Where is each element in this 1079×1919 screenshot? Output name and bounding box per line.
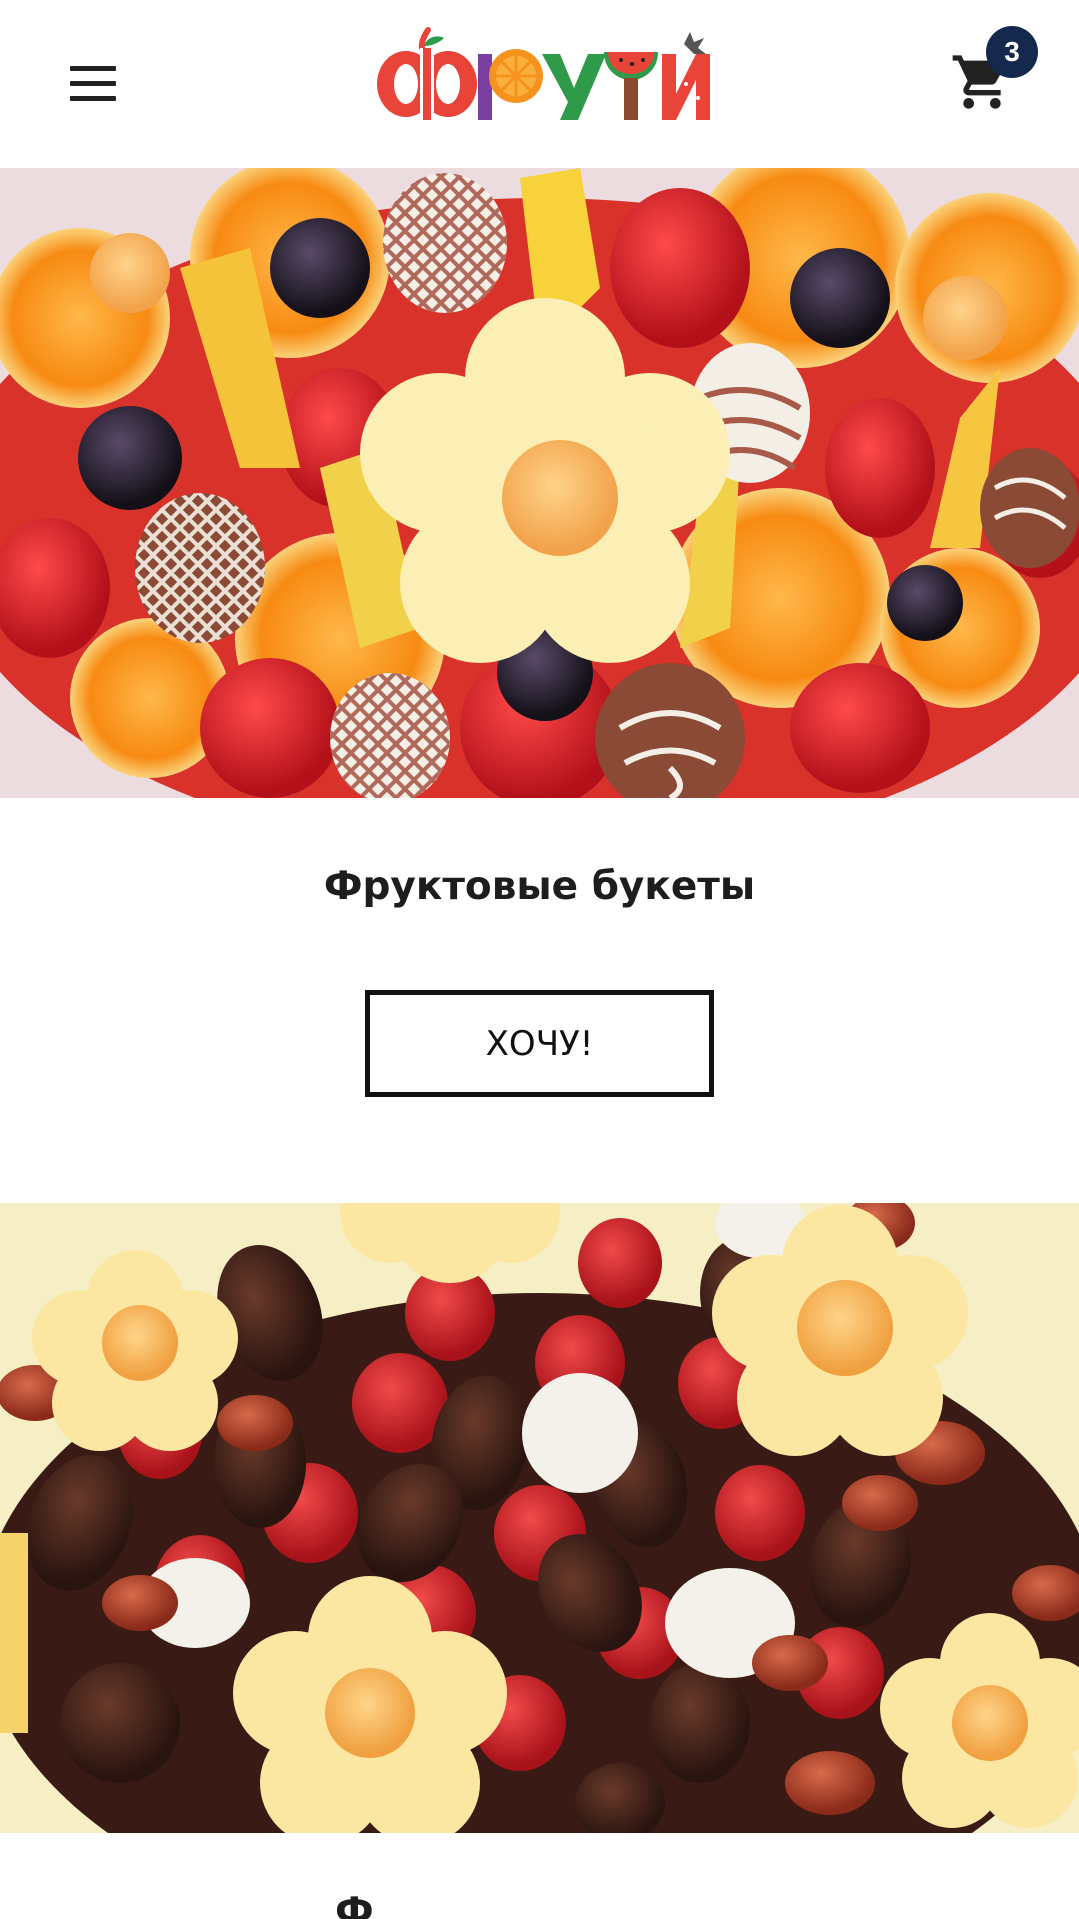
top-header: 3 xyxy=(0,0,1079,168)
cart-count-badge: 3 xyxy=(986,26,1038,78)
section-title-partial: Ф xyxy=(335,1890,374,1919)
want-button[interactable]: ХОЧУ! xyxy=(365,990,714,1097)
section-title-fruit-bouquets: Фруктовые букеты xyxy=(323,864,756,909)
fruit-bouquet-image[interactable] xyxy=(0,168,1079,798)
chocolate-bouquet-image[interactable] xyxy=(0,1203,1079,1833)
brand-logo[interactable] xyxy=(366,24,712,124)
page: 3 Фруктовые букеты ХОЧУ! Ф xyxy=(0,0,1079,1919)
menu-button[interactable] xyxy=(66,62,122,108)
